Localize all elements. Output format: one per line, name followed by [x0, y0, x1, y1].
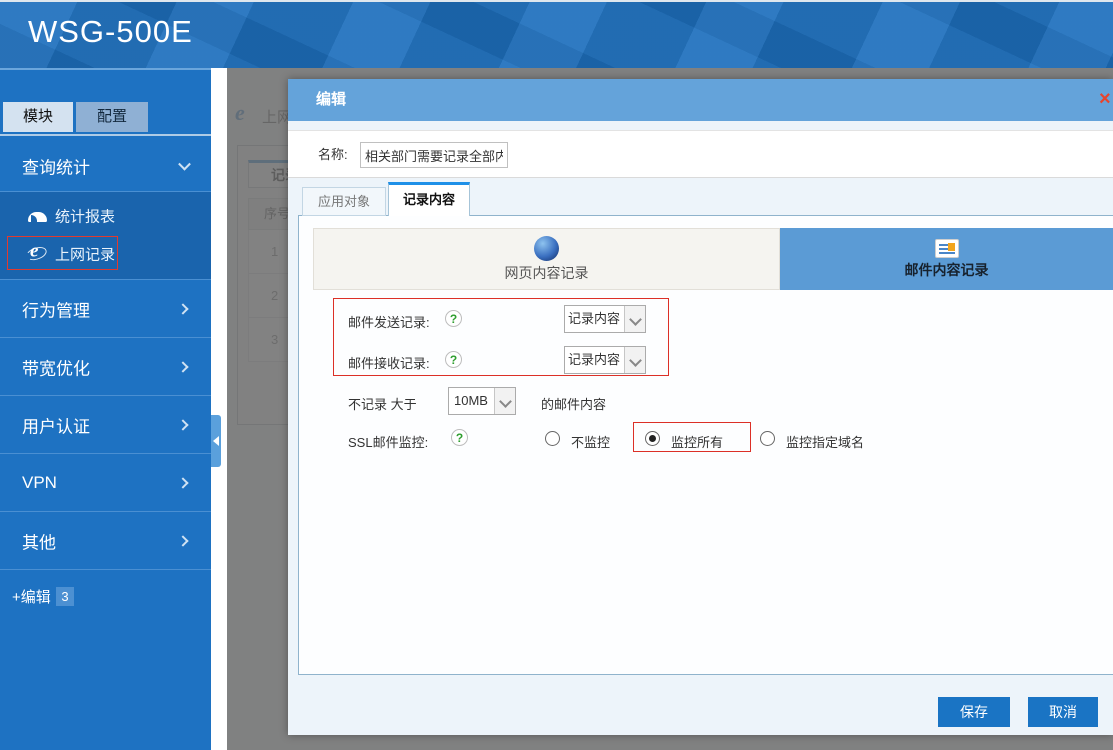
radio-no-monitor[interactable]: [545, 431, 560, 446]
globe-icon: [534, 236, 559, 261]
record-content-panel: 网页内容记录 邮件内容记录 邮件发送记录: ? 记录内容 邮件接收记录: ? 记…: [298, 215, 1113, 675]
sidebar-tab-module[interactable]: 模块: [3, 102, 73, 132]
size-limit-prefix: 不记录 大于: [348, 394, 417, 413]
mail-recv-label: 邮件接收记录:: [348, 353, 430, 372]
segment-mail-content[interactable]: 邮件内容记录: [780, 228, 1113, 290]
sidebar-item-behavior-mgmt[interactable]: 行为管理: [0, 280, 211, 338]
sidebar-tabs-underline: [0, 134, 211, 136]
content-type-segments: 网页内容记录 邮件内容记录: [313, 228, 1113, 290]
sidebar-item-user-auth[interactable]: 用户认证: [0, 396, 211, 454]
edit-dialog: 编辑 × 名称: 应用对象 记录内容 网页内容记录 邮件内容记录 邮件发送记录:…: [288, 79, 1113, 735]
help-icon[interactable]: ?: [445, 351, 462, 368]
sidebar-item-other[interactable]: 其他: [0, 512, 211, 570]
radio-no-monitor-label[interactable]: 不监控: [571, 432, 610, 451]
mail-icon: [935, 239, 959, 258]
tab-application-target[interactable]: 应用对象: [302, 187, 386, 216]
radio-monitor-all-label[interactable]: 监控所有: [671, 432, 723, 451]
chevron-left-icon: [213, 436, 219, 446]
chevron-right-icon: [177, 477, 188, 488]
help-icon[interactable]: ?: [445, 310, 462, 327]
sidebar-tab-config[interactable]: 配置: [76, 102, 148, 132]
sidebar-item-stat-report[interactable]: 统计报表: [0, 198, 211, 234]
name-label: 名称:: [318, 131, 348, 179]
chevron-right-icon: [177, 303, 188, 314]
app-title: WSG-500E: [28, 14, 193, 50]
chart-icon: [28, 212, 47, 222]
cancel-button[interactable]: 取消: [1028, 697, 1098, 727]
name-row: 名称:: [288, 130, 1113, 178]
help-icon[interactable]: ?: [451, 429, 468, 446]
chevron-down-icon: [624, 306, 645, 332]
tab-record-content[interactable]: 记录内容: [388, 182, 470, 216]
chevron-down-icon: [624, 347, 645, 373]
chevron-down-icon: [178, 157, 191, 170]
chevron-down-icon: [494, 388, 515, 414]
edit-count-badge: 3: [56, 587, 74, 606]
chevron-right-icon: [177, 361, 188, 372]
ssl-monitor-label: SSL邮件监控:: [348, 432, 428, 451]
size-limit-suffix: 的邮件内容: [541, 394, 606, 413]
size-limit-select[interactable]: 10MB: [448, 387, 516, 415]
radio-monitor-domains[interactable]: [760, 431, 775, 446]
segment-web-content[interactable]: 网页内容记录: [313, 228, 780, 290]
name-input[interactable]: [360, 142, 508, 168]
sidebar-item-bandwidth[interactable]: 带宽优化: [0, 338, 211, 396]
mail-send-select[interactable]: 记录内容: [564, 305, 646, 333]
dialog-titlebar: 编辑 ×: [288, 79, 1113, 121]
mail-send-label: 邮件发送记录:: [348, 312, 430, 331]
app-header: WSG-500E: [0, 0, 1113, 68]
sidebar-collapse-handle[interactable]: [211, 415, 221, 467]
dialog-title: 编辑: [316, 79, 346, 121]
sidebar-item-vpn[interactable]: VPN: [0, 454, 211, 512]
sidebar: 模块 配置 查询统计 统计报表 e 上网记录 行为管理 带宽优化 用户认证 VP…: [0, 68, 211, 750]
sidebar-item-query-stats[interactable]: 查询统计: [0, 140, 211, 192]
sidebar-submenu: 统计报表 e 上网记录: [0, 192, 211, 280]
save-button[interactable]: 保存: [938, 697, 1010, 727]
chevron-right-icon: [177, 419, 188, 430]
radio-monitor-domains-label[interactable]: 监控指定域名: [786, 432, 864, 451]
annotation-red-box: [7, 236, 118, 270]
sidebar-edit-link[interactable]: +编辑 3: [12, 586, 202, 608]
chevron-right-icon: [177, 535, 188, 546]
mail-recv-select[interactable]: 记录内容: [564, 346, 646, 374]
close-icon[interactable]: ×: [1099, 88, 1113, 110]
radio-monitor-all[interactable]: [645, 431, 660, 446]
